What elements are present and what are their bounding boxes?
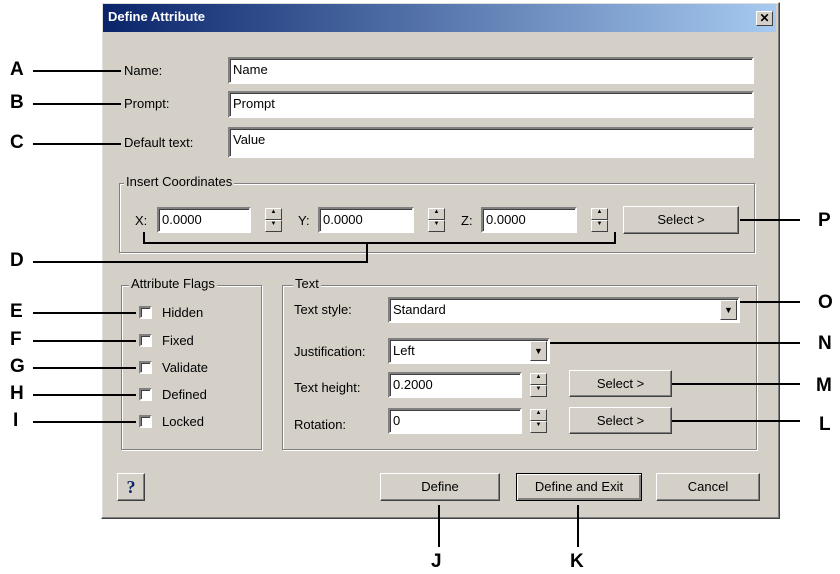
spin-down-icon[interactable]: ▼ xyxy=(265,220,282,232)
callout-e: E xyxy=(10,301,23,322)
help-icon[interactable]: ? xyxy=(117,473,145,501)
validate-label: Validate xyxy=(162,360,209,375)
chevron-down-icon[interactable]: ▼ xyxy=(720,300,737,320)
insert-select-button[interactable]: Select > xyxy=(623,206,739,234)
spin-up-icon[interactable]: ▲ xyxy=(591,208,608,220)
spin-up-icon[interactable]: ▲ xyxy=(530,373,547,385)
leader-line-g xyxy=(33,367,136,369)
cancel-button[interactable]: Cancel xyxy=(656,473,760,501)
rotation-input[interactable]: 0 xyxy=(388,408,522,434)
callout-a: A xyxy=(10,59,24,80)
bracket-d-left xyxy=(143,232,145,244)
leader-line-n xyxy=(550,342,800,344)
rotation-select-button[interactable]: Select > xyxy=(569,407,672,434)
leader-line-p xyxy=(740,219,800,221)
chevron-down-icon[interactable]: ▼ xyxy=(530,341,547,361)
text-height-spinner[interactable]: ▲ ▼ xyxy=(530,373,547,397)
rotation-spinner[interactable]: ▲ ▼ xyxy=(530,409,547,433)
callout-h: H xyxy=(10,383,24,404)
rotation-label: Rotation: xyxy=(294,417,347,432)
text-height-select-button[interactable]: Select > xyxy=(569,370,672,397)
x-coordinate-input[interactable]: 0.0000 xyxy=(157,207,251,233)
defined-checkbox[interactable] xyxy=(139,388,152,401)
define-and-exit-button[interactable]: Define and Exit xyxy=(516,473,642,501)
leader-line-h xyxy=(33,394,136,396)
callout-k: K xyxy=(570,551,584,572)
callout-l: L xyxy=(819,414,831,435)
x-spinner[interactable]: ▲ ▼ xyxy=(265,208,282,232)
leader-line-j xyxy=(438,505,440,547)
attribute-flags-title: Attribute Flags xyxy=(129,276,217,291)
z-coordinate-input[interactable]: 0.0000 xyxy=(481,207,577,233)
text-height-label: Text height: xyxy=(294,380,361,395)
callout-n: N xyxy=(818,333,832,354)
callout-g: G xyxy=(10,356,25,377)
locked-checkbox[interactable] xyxy=(139,415,152,428)
z-label: Z: xyxy=(461,213,473,228)
insert-coordinates-title: Insert Coordinates xyxy=(124,174,235,189)
validate-checkbox[interactable] xyxy=(139,361,152,374)
leader-line-m xyxy=(672,383,800,385)
leader-line-f xyxy=(33,340,136,342)
define-button[interactable]: Define xyxy=(380,473,500,501)
callout-j: J xyxy=(431,551,442,572)
text-group-title: Text xyxy=(293,276,321,291)
spin-down-icon[interactable]: ▼ xyxy=(530,421,547,433)
fixed-label: Fixed xyxy=(162,333,194,348)
y-label: Y: xyxy=(298,213,310,228)
leader-line-a xyxy=(33,70,121,72)
text-height-input[interactable]: 0.2000 xyxy=(388,372,522,398)
spin-down-icon[interactable]: ▼ xyxy=(591,220,608,232)
leader-line-i xyxy=(33,421,136,423)
leader-line-d-stem xyxy=(366,244,368,262)
callout-m: M xyxy=(816,375,832,396)
callout-i: I xyxy=(13,410,19,431)
close-button[interactable]: ✕ xyxy=(756,11,773,26)
leader-line-o xyxy=(740,301,800,303)
name-input[interactable]: Name xyxy=(228,57,754,84)
x-label: X: xyxy=(135,213,148,228)
callout-d: D xyxy=(10,250,24,271)
callout-p: P xyxy=(818,210,831,231)
spin-down-icon[interactable]: ▼ xyxy=(530,385,547,397)
bracket-d-right xyxy=(614,232,616,244)
name-label: Name: xyxy=(124,63,163,78)
callout-o: O xyxy=(818,292,833,313)
leader-line-k xyxy=(577,505,579,547)
leader-line-l xyxy=(672,420,800,422)
text-style-label: Text style: xyxy=(294,302,352,317)
y-coordinate-input[interactable]: 0.0000 xyxy=(318,207,414,233)
justification-label: Justification: xyxy=(294,344,366,359)
hidden-checkbox[interactable] xyxy=(139,306,152,319)
bracket-d xyxy=(143,242,616,244)
spin-up-icon[interactable]: ▲ xyxy=(428,208,445,220)
prompt-input[interactable]: Prompt xyxy=(228,91,754,118)
text-style-dropdown[interactable]: Standard xyxy=(388,297,740,323)
y-spinner[interactable]: ▲ ▼ xyxy=(428,208,445,232)
dialog-title: Define Attribute xyxy=(108,9,206,24)
fixed-checkbox[interactable] xyxy=(139,334,152,347)
callout-b: B xyxy=(10,92,24,113)
z-spinner[interactable]: ▲ ▼ xyxy=(591,208,608,232)
defined-label: Defined xyxy=(162,387,207,402)
locked-label: Locked xyxy=(162,414,204,429)
callout-c: C xyxy=(10,132,24,153)
default-text-input[interactable]: Value xyxy=(228,127,754,158)
spin-down-icon[interactable]: ▼ xyxy=(428,220,445,232)
spin-up-icon[interactable]: ▲ xyxy=(530,409,547,421)
hidden-label: Hidden xyxy=(162,305,204,320)
leader-line-b xyxy=(33,103,121,105)
justification-dropdown[interactable]: Left xyxy=(388,338,550,364)
callout-f: F xyxy=(10,329,22,350)
leader-line-e xyxy=(33,312,136,314)
leader-line-c xyxy=(33,143,121,145)
spin-up-icon[interactable]: ▲ xyxy=(265,208,282,220)
prompt-label: Prompt: xyxy=(124,96,170,111)
default-text-label: Default text: xyxy=(124,135,194,150)
leader-line-d xyxy=(33,261,368,263)
